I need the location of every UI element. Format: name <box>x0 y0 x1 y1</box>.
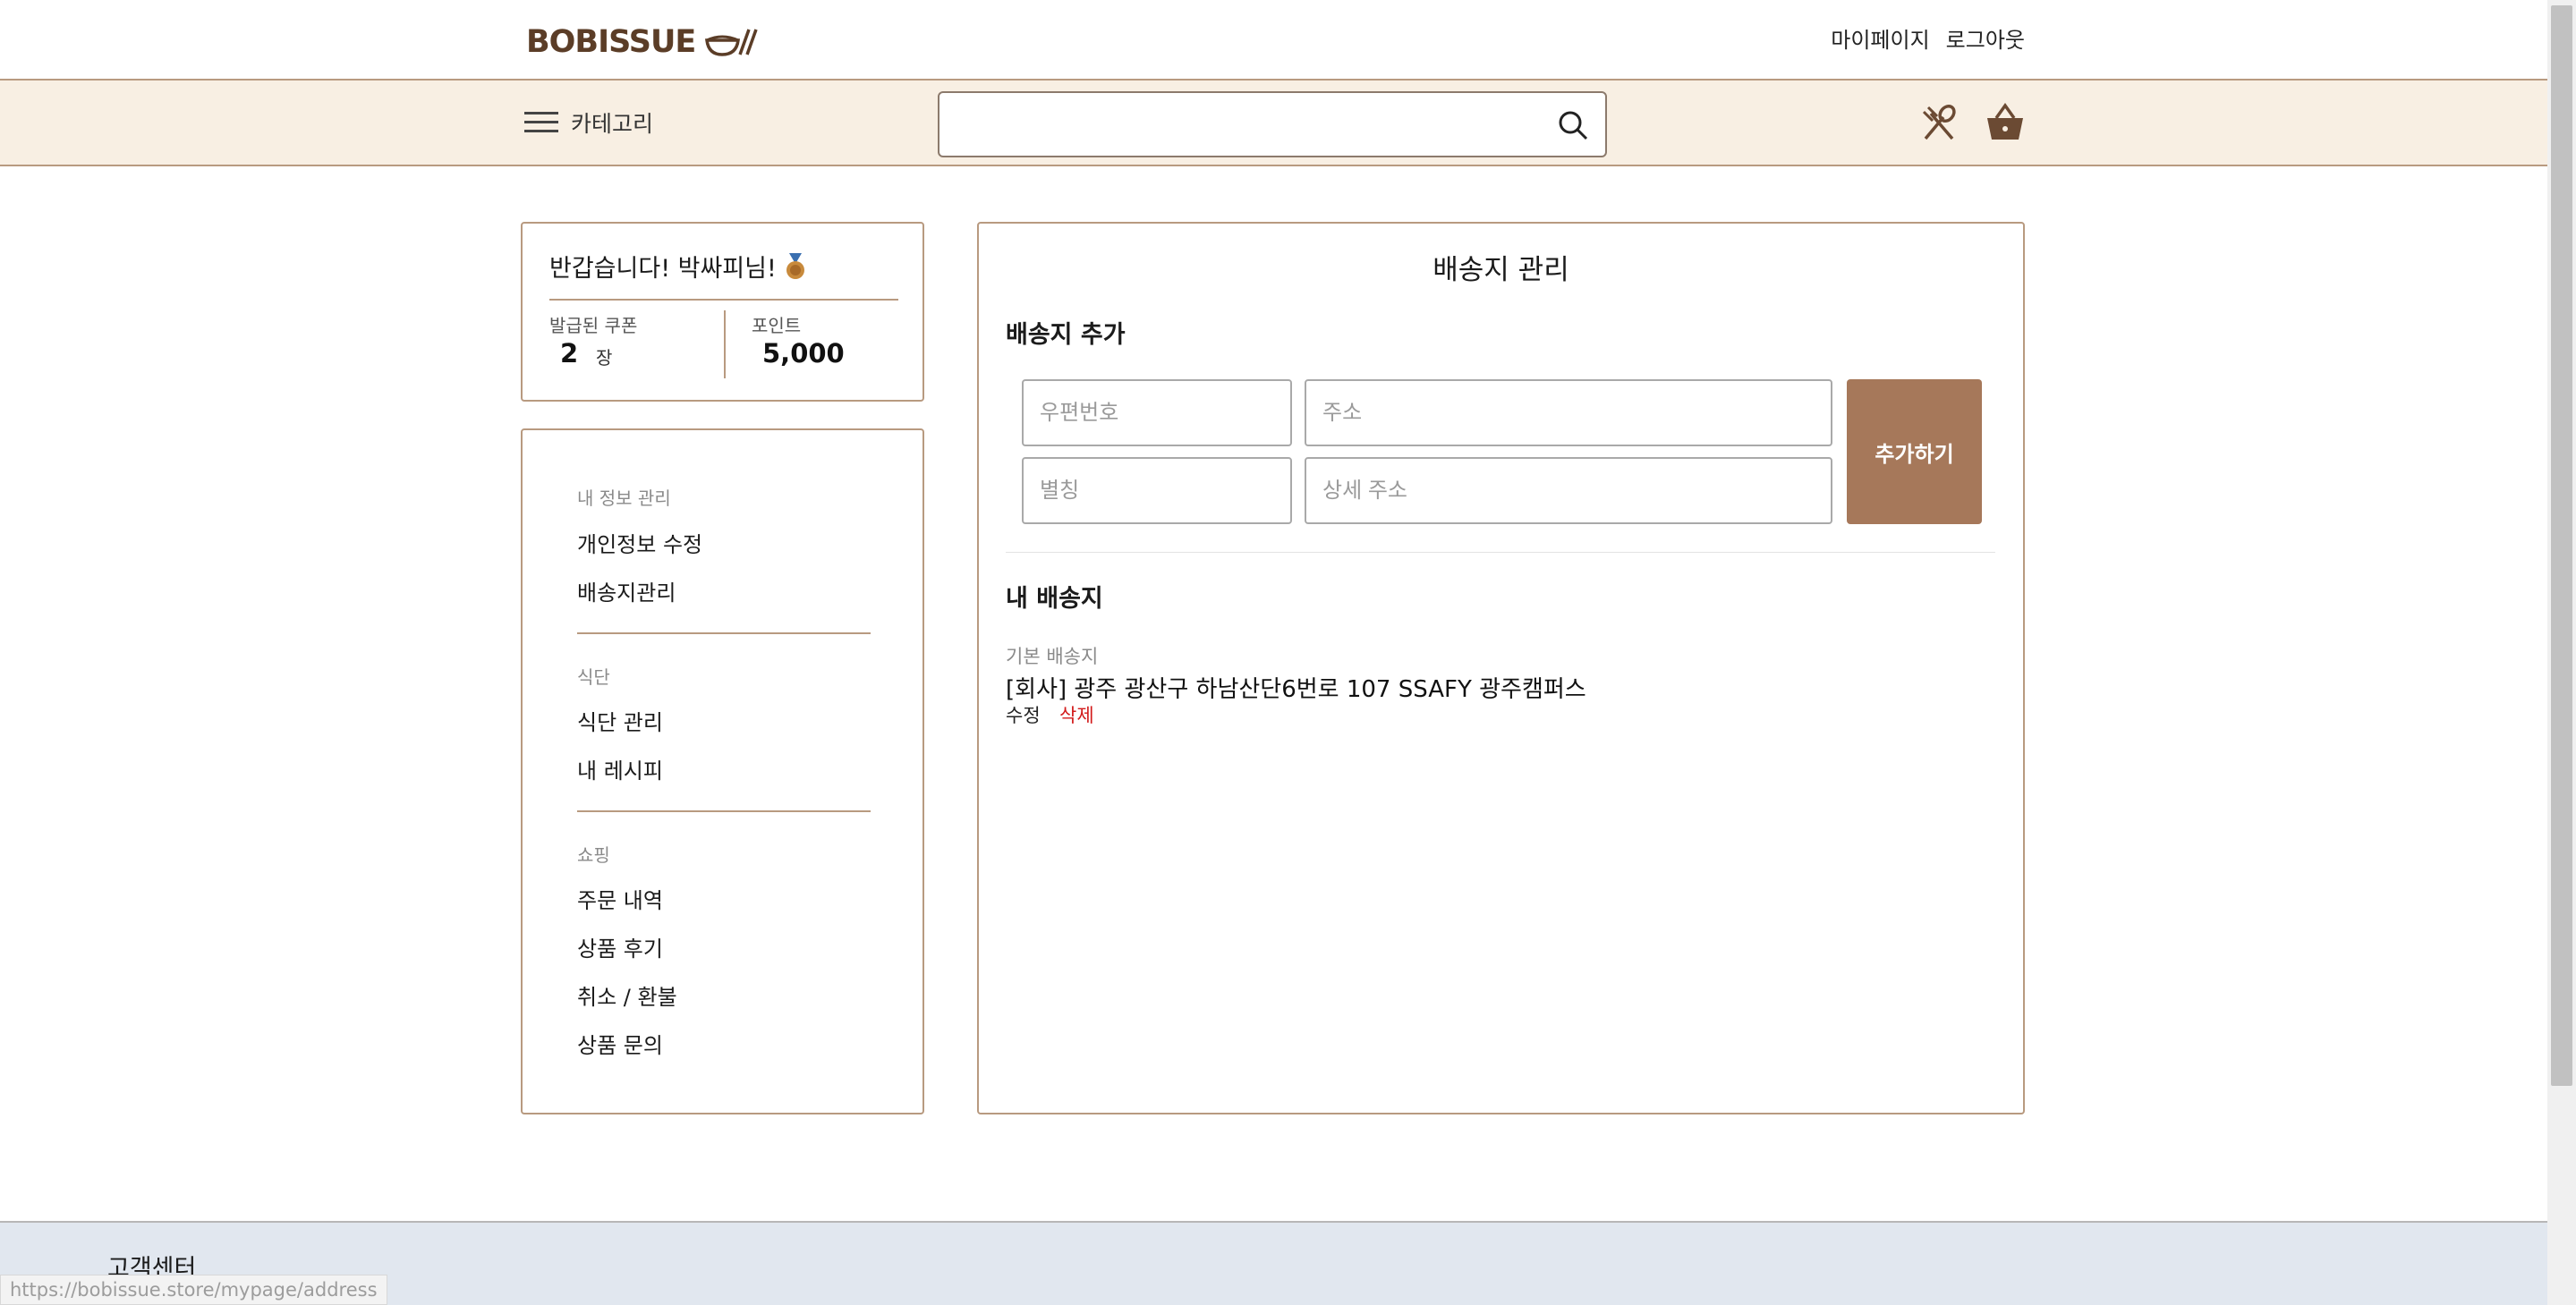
spoon-fork-icon[interactable] <box>1920 105 1958 142</box>
status-bar-url: https://bobissue.store/mypage/address <box>0 1275 387 1305</box>
coupon-unit: 장 <box>596 347 613 369</box>
basket-icon[interactable] <box>1985 102 2026 143</box>
greeting-card: 반갑습니다! 박싸피님! 발급된 쿠폰 2 장 포인트 5,000 <box>521 222 924 402</box>
coupon-count: 2 <box>560 338 579 369</box>
sidebar-item-reviews[interactable]: 상품 후기 <box>577 931 663 962</box>
section-divider <box>1006 552 1995 553</box>
sidebar-item-my-recipe[interactable]: 내 레시피 <box>577 753 663 784</box>
address-field <box>1305 379 1832 446</box>
greeting-divider <box>549 299 898 301</box>
mypage-link[interactable]: 마이페이지 <box>1831 22 1929 54</box>
alias-field <box>1022 457 1292 524</box>
search-input[interactable] <box>952 102 1528 148</box>
top-links: 마이페이지 로그아웃 <box>1831 20 2025 55</box>
detail-address-input[interactable] <box>1306 459 1831 522</box>
zipcode-input[interactable] <box>1024 381 1290 445</box>
sidebar-heading-info: 내 정보 관리 <box>577 487 671 509</box>
add-address-button[interactable]: 추가하기 <box>1847 379 1982 524</box>
add-address-heading: 배송지 추가 <box>1006 321 1126 349</box>
logout-link[interactable]: 로그아웃 <box>1946 22 2025 54</box>
greeting-title-row: 반갑습니다! 박싸피님! <box>549 249 807 284</box>
sidebar-item-orders[interactable]: 주문 내역 <box>577 883 663 914</box>
greeting-vertical-divider <box>724 310 726 378</box>
search-icon[interactable] <box>1557 109 1589 141</box>
address-input[interactable] <box>1306 381 1831 445</box>
logo-text: BOBISSUE <box>526 24 696 60</box>
sidebar-item-address[interactable]: 배송지관리 <box>577 575 676 606</box>
hamburger-icon <box>524 112 558 132</box>
mypage-side-menu: 내 정보 관리 개인정보 수정 배송지관리 식단 식단 관리 내 레시피 쇼핑 … <box>521 428 924 1114</box>
site-logo[interactable]: BOBISSUE <box>526 20 758 64</box>
sidebar-heading-shopping: 쇼핑 <box>577 844 610 866</box>
my-address-heading: 내 배송지 <box>1006 585 1103 613</box>
medal-icon <box>786 252 804 279</box>
edit-address-button[interactable]: 수정 <box>1006 701 1041 728</box>
sidebar-item-diet-manage[interactable]: 식단 관리 <box>577 705 663 736</box>
category-label: 카테고리 <box>571 111 654 137</box>
address-management-panel: 배송지 관리 배송지 추가 추가하기 내 배송지 기본 배송지 [회사] 광주 … <box>977 222 2025 1114</box>
coupon-label: 발급된 쿠폰 <box>549 315 638 336</box>
delete-address-button[interactable]: 삭제 <box>1059 701 1094 728</box>
sidebar-item-inquiry[interactable]: 상품 문의 <box>577 1028 663 1059</box>
sidebar-divider <box>577 810 871 812</box>
default-address-badge: 기본 배송지 <box>1006 646 1099 667</box>
bowl-chopsticks-icon <box>705 29 758 56</box>
detail-address-field <box>1305 457 1832 524</box>
search-box <box>938 91 1607 157</box>
zipcode-field <box>1022 379 1292 446</box>
page-title: 배송지 관리 <box>1433 254 1569 286</box>
alias-input[interactable] <box>1024 459 1290 522</box>
scrollbar-thumb[interactable] <box>2551 5 2572 1086</box>
sidebar-item-edit-profile[interactable]: 개인정보 수정 <box>577 527 702 558</box>
category-button[interactable]: 카테고리 <box>524 106 653 140</box>
point-value: 5,000 <box>762 338 845 369</box>
sidebar-item-refund[interactable]: 취소 / 환불 <box>577 979 677 1011</box>
point-label: 포인트 <box>752 315 802 336</box>
greeting-text: 반갑습니다! 박싸피님! <box>549 255 777 283</box>
sidebar-divider <box>577 632 871 634</box>
address-text: [회사] 광주 광산구 하남산단6번로 107 SSAFY 광주캠퍼스 <box>1006 676 1586 703</box>
sidebar-heading-diet: 식단 <box>577 666 610 688</box>
